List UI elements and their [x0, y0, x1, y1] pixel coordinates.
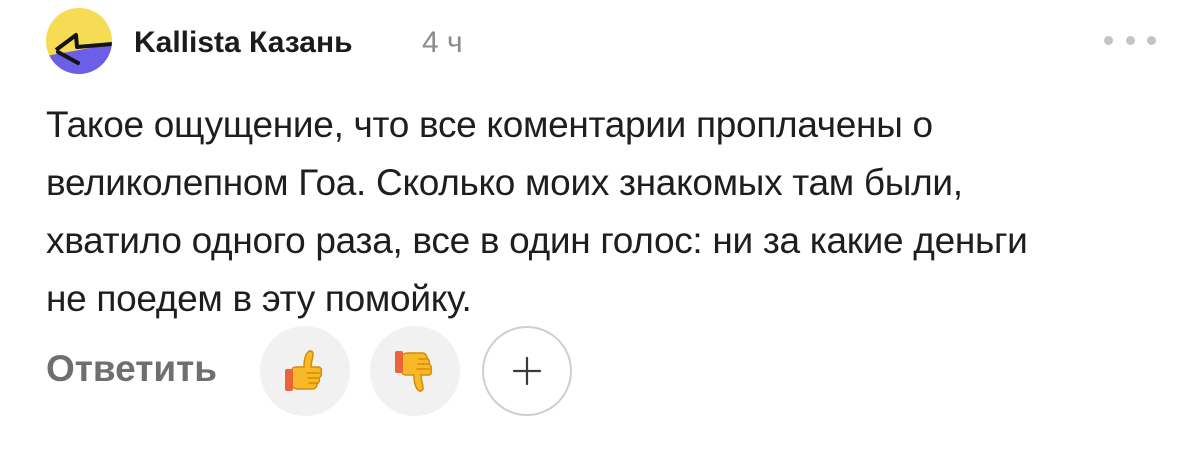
dot	[1147, 35, 1156, 45]
reply-button[interactable]: Ответить	[46, 348, 217, 390]
comment-line: хватило одного раза, все в один голос: н…	[46, 220, 1028, 261]
comment-time: 4 ч	[422, 26, 463, 59]
comment-header: Kallista Казань 4 ч	[46, 8, 1156, 78]
dot	[1104, 35, 1113, 45]
avatar[interactable]	[46, 8, 112, 74]
comment-actions: Ответить	[46, 326, 606, 416]
avatar-image	[46, 8, 112, 74]
thumbs-up-emoji-icon	[285, 350, 323, 391]
comment-text: Такое ощущение, что все коментарии пропл…	[46, 96, 1166, 328]
like-reaction-button[interactable]	[260, 326, 350, 416]
comment-line: Такое ощущение, что все коментарии пропл…	[46, 104, 933, 145]
comment-line: великолепном Гоа. Сколько моих знакомых …	[46, 162, 963, 203]
thumbs-down-emoji-icon	[395, 351, 433, 392]
author-name[interactable]: Kallista Казань	[134, 26, 353, 60]
dot	[1125, 35, 1135, 45]
plus-icon	[512, 356, 542, 386]
comment-line: не поедем в эту помойку.	[46, 278, 472, 319]
more-dots-icon[interactable]	[1104, 34, 1156, 46]
add-reaction-button[interactable]	[482, 326, 572, 416]
dislike-reaction-button[interactable]	[370, 326, 460, 416]
